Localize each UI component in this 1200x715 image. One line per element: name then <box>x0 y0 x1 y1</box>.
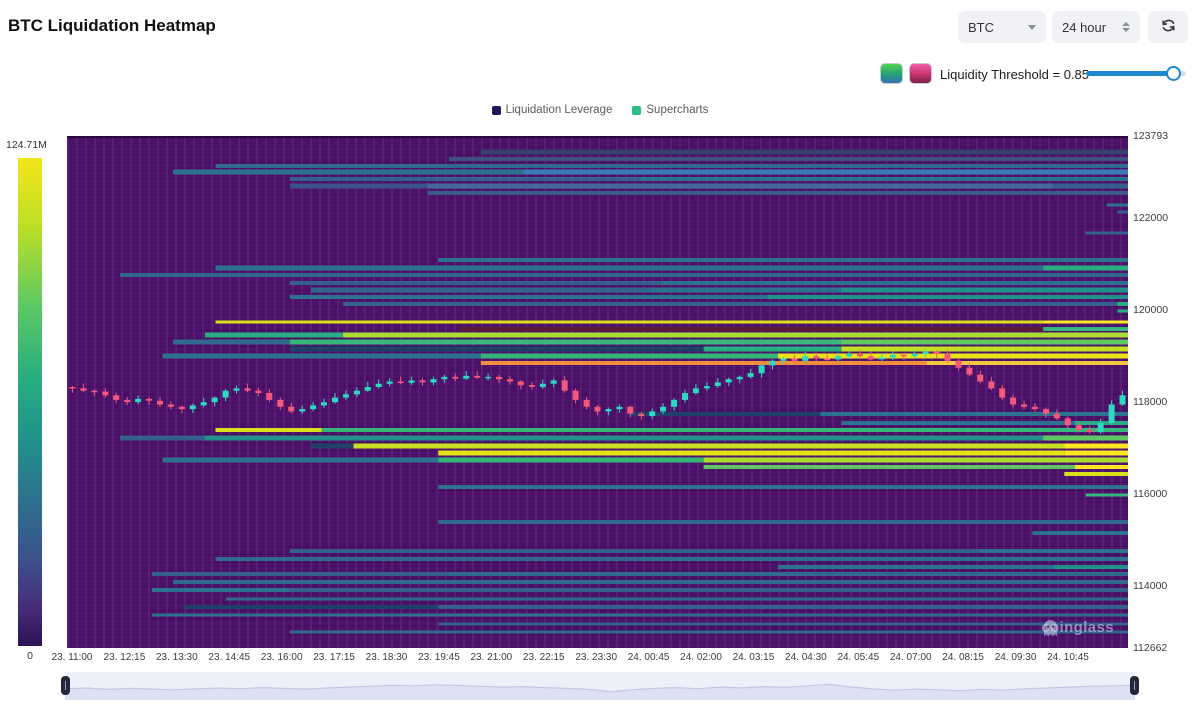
time-axis-label: 24. 10:45 <box>1028 652 1108 663</box>
liquidation-heatmap-plot[interactable]: coinglass <box>67 136 1128 648</box>
slider-handle[interactable] <box>1166 66 1181 81</box>
price-axis: 1237931220001200001180001160001140001126… <box>1133 136 1199 648</box>
price-axis-label: 123793 <box>1133 130 1168 142</box>
page-title: BTC Liquidation Heatmap <box>8 16 216 36</box>
legend-swatch <box>632 106 641 115</box>
slider-fill <box>1086 71 1171 76</box>
liquidity-threshold-label: Liquidity Threshold = 0.85 <box>940 67 1089 82</box>
price-axis-label: 114000 <box>1133 580 1167 592</box>
price-axis-label: 118000 <box>1133 396 1167 408</box>
long-colormap-swatch[interactable] <box>880 63 903 84</box>
refresh-icon <box>1160 17 1177 37</box>
price-axis-label: 120000 <box>1133 304 1168 316</box>
legend-label: Supercharts <box>646 104 708 116</box>
interval-select[interactable]: 24 hour <box>1052 11 1140 43</box>
chevron-down-icon <box>1028 25 1036 30</box>
short-colormap-swatch[interactable] <box>909 63 932 84</box>
chart-legend: Liquidation Leverage Supercharts <box>0 104 1200 116</box>
stepper-icon <box>1122 22 1130 32</box>
price-axis-label: 122000 <box>1133 212 1168 224</box>
navigator-area-chart <box>65 672 1135 700</box>
heatmap-canvas <box>67 138 1128 650</box>
colorbar-max-label: 124.71M <box>6 139 47 151</box>
navigator-right-handle[interactable] <box>1130 676 1139 695</box>
liquidity-threshold-slider[interactable] <box>1086 71 1186 76</box>
symbol-select[interactable]: BTC <box>958 11 1046 43</box>
price-axis-label: 116000 <box>1133 488 1167 500</box>
time-axis: 23. 11:0023. 12:1523. 13:3023. 14:4523. … <box>0 652 1200 666</box>
legend-swatch <box>492 106 501 115</box>
legend-item-liquidation-leverage[interactable]: Liquidation Leverage <box>492 104 613 116</box>
refresh-button[interactable] <box>1148 11 1188 43</box>
symbol-select-value: BTC <box>968 20 994 35</box>
range-navigator[interactable] <box>65 672 1135 700</box>
navigator-left-handle[interactable] <box>61 676 70 695</box>
interval-select-value: 24 hour <box>1062 20 1106 35</box>
colorbar <box>18 158 42 646</box>
legend-label: Liquidation Leverage <box>506 104 613 116</box>
legend-item-supercharts[interactable]: Supercharts <box>632 104 708 116</box>
